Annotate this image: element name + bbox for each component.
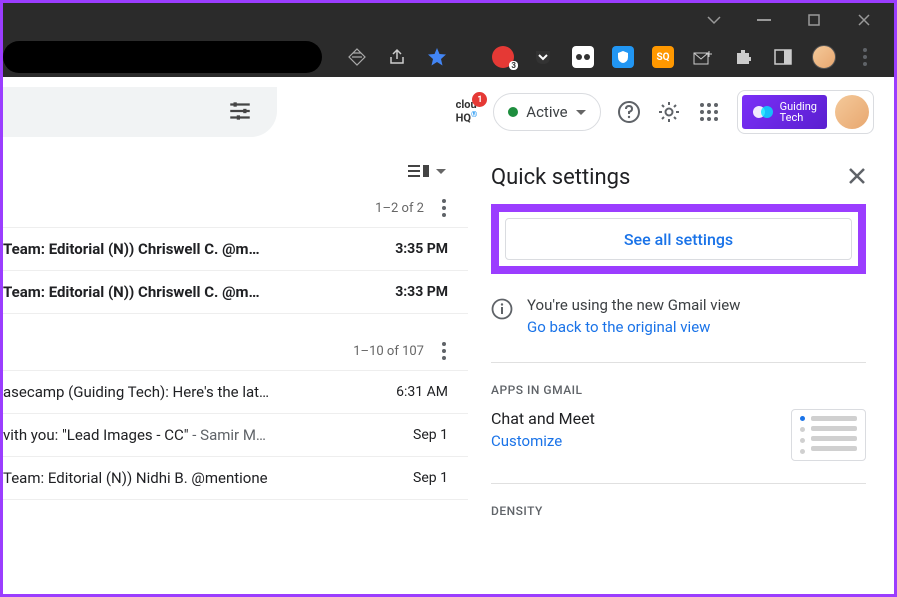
tune-icon[interactable] — [227, 98, 255, 126]
extension-sq-icon[interactable]: SQ — [652, 46, 674, 68]
window-close-button[interactable] — [854, 10, 874, 30]
content-area: 1–2 of 2 Team: Editorial (N)) Chriswell … — [3, 147, 894, 594]
mail-time: 6:31 AM — [396, 384, 448, 400]
more-icon[interactable] — [442, 342, 446, 360]
original-view-link[interactable]: Go back to the original view — [527, 318, 740, 336]
mail-time: Sep 1 — [413, 427, 448, 443]
url-bar[interactable] — [3, 41, 322, 73]
mail-pane: 1–2 of 2 Team: Editorial (N)) Chriswell … — [3, 147, 468, 594]
extension-shield-icon[interactable] — [612, 46, 634, 68]
chevron-down-icon — [576, 110, 586, 115]
chat-meet-label: Chat and Meet — [491, 409, 595, 428]
mail-time: Sep 1 — [413, 470, 448, 486]
mail-time: 3:33 PM — [395, 284, 448, 300]
info-icon — [491, 298, 513, 336]
info-text: You're using the new Gmail view — [527, 296, 740, 314]
window-dropdown-icon[interactable] — [704, 10, 724, 30]
mail-row[interactable]: vith you: "Lead Images - CC" - Samir M… S… — [3, 414, 468, 457]
gmail-toolbar: clouHQ®1 Active GuidingTech — [3, 77, 894, 147]
extension-eyes-icon[interactable] — [572, 46, 594, 68]
share-icon[interactable] — [386, 46, 408, 68]
more-icon[interactable] — [442, 199, 446, 217]
search-options-bar — [3, 87, 277, 137]
mail-subject: Team: Editorial (N)) Chriswell C. @m… — [3, 283, 379, 301]
highlight-box: See all settings — [491, 204, 866, 274]
browser-profile-avatar[interactable] — [812, 45, 836, 69]
browser-toolbar: 3 SQ — [3, 37, 894, 77]
account-box[interactable]: GuidingTech — [737, 90, 874, 134]
window-titlebar — [3, 3, 894, 37]
see-all-settings-button[interactable]: See all settings — [505, 218, 852, 260]
mail-row[interactable]: Team: Editorial (N)) Nidhi B. @mentione S… — [3, 457, 468, 500]
mail-time: 3:35 PM — [395, 241, 448, 257]
mail-subject: asecamp (Guiding Tech): Here's the lat… — [3, 383, 380, 401]
density-section-title: DENSITY — [491, 484, 866, 530]
mail-row[interactable]: Team: Editorial (N)) Chriswell C. @m… 3:3… — [3, 271, 468, 314]
mail-row[interactable]: Team: Editorial (N)) Chriswell C. @m… 3:3… — [3, 227, 468, 271]
mail-row[interactable]: asecamp (Guiding Tech): Here's the lat… 6… — [3, 370, 468, 414]
quick-settings-title: Quick settings — [491, 165, 630, 190]
quick-settings-panel: Quick settings See all settings You're u… — [468, 147, 894, 594]
cloudhq-badge[interactable]: clouHQ®1 — [456, 100, 478, 124]
presence-dot — [508, 107, 518, 117]
chevron-down-icon — [436, 169, 446, 174]
mail-plus-icon[interactable] — [692, 46, 714, 68]
pocket-icon[interactable] — [532, 46, 554, 68]
mail-subject: Team: Editorial (N)) Chriswell C. @m… — [3, 240, 379, 258]
window-maximize-button[interactable] — [804, 10, 824, 30]
brand-badge: GuidingTech — [742, 95, 827, 129]
browser-menu-icon[interactable] — [854, 46, 876, 68]
help-icon[interactable] — [617, 100, 641, 124]
mail-subject: vith you: "Lead Images - CC" - Samir M… — [3, 426, 397, 444]
gear-icon[interactable] — [657, 100, 681, 124]
close-icon[interactable] — [848, 167, 866, 189]
pager-text: 1–2 of 2 — [375, 201, 424, 216]
apps-grid-icon[interactable] — [697, 100, 721, 124]
presence-active-pill[interactable]: Active — [493, 93, 600, 131]
diamond-icon[interactable] — [346, 46, 368, 68]
mail-subject: Team: Editorial (N)) Nidhi B. @mentione — [3, 469, 397, 487]
layout-toggle[interactable] — [408, 163, 446, 179]
extensions-icon[interactable] — [732, 46, 754, 68]
account-avatar — [835, 95, 869, 129]
apps-preview-thumbnail[interactable] — [791, 409, 866, 461]
star-icon[interactable] — [426, 46, 448, 68]
apps-section-title: APPS IN GMAIL — [491, 363, 866, 409]
new-view-info: You're using the new Gmail view Go back … — [491, 292, 866, 363]
extension-red-icon[interactable]: 3 — [492, 46, 514, 68]
presence-label: Active — [526, 103, 567, 121]
window-minimize-button[interactable] — [754, 10, 774, 30]
customize-link[interactable]: Customize — [491, 432, 595, 450]
pager-text: 1–10 of 107 — [353, 344, 424, 359]
sidepanel-icon[interactable] — [772, 46, 794, 68]
